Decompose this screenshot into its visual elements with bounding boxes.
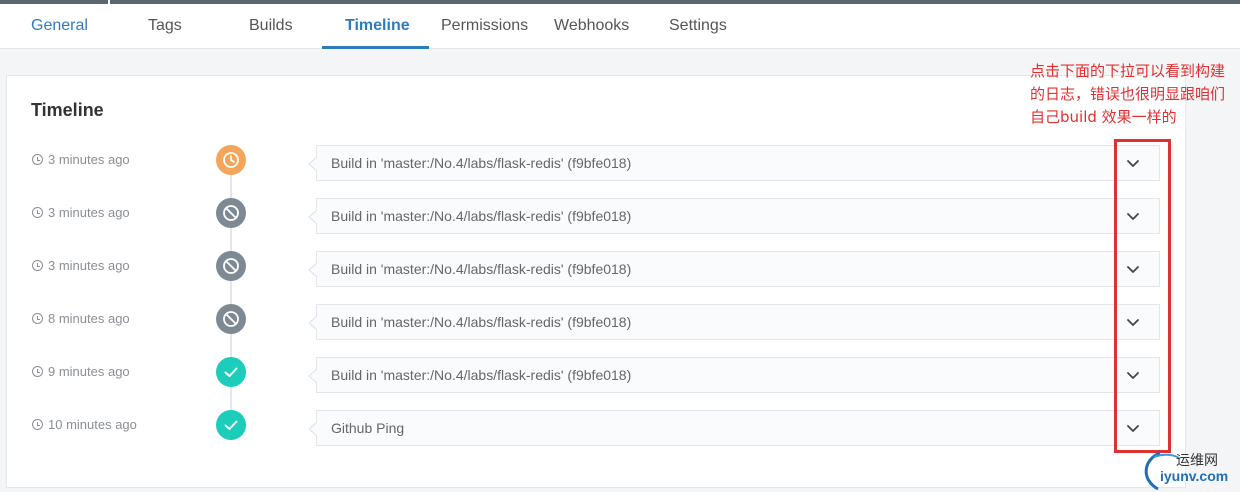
annotation-text: 点击下面的下拉可以看到构建的日志，错误也很明显跟咱们自己build 效果一样的: [1030, 62, 1226, 126]
status-check-icon: [216, 410, 246, 440]
tab-webhooks[interactable]: Webhooks: [554, 4, 629, 49]
time-clock-icon: [32, 419, 43, 430]
tab-builds[interactable]: Builds: [249, 4, 293, 49]
timeline-entry[interactable]: Build in 'master:/No.4/labs/flask-redis'…: [308, 304, 1160, 340]
annotation-highlight-box: [1114, 139, 1171, 453]
time-clock-icon: [32, 207, 43, 218]
tab-tags[interactable]: Tags: [148, 4, 182, 49]
timeline-time-label: 8 minutes ago: [48, 311, 130, 326]
timeline-entry-label: Build in 'master:/No.4/labs/flask-redis'…: [331, 155, 632, 171]
tab-timeline[interactable]: Timeline: [345, 4, 410, 49]
timeline-entry-label: Build in 'master:/No.4/labs/flask-redis'…: [331, 261, 632, 277]
timeline-time: 3 minutes ago: [32, 152, 130, 167]
time-clock-icon: [32, 260, 43, 271]
status-clock-icon: [216, 145, 246, 175]
timeline-entry[interactable]: Build in 'master:/No.4/labs/flask-redis'…: [308, 198, 1160, 234]
timeline-time: 10 minutes ago: [32, 417, 137, 432]
timeline-time-label: 3 minutes ago: [48, 152, 130, 167]
status-check-icon: [216, 357, 246, 387]
timeline-entry[interactable]: Github Ping: [308, 410, 1160, 446]
watermark-text-cn: 运维网: [1176, 453, 1218, 469]
timeline-entry[interactable]: Build in 'master:/No.4/labs/flask-redis'…: [308, 357, 1160, 393]
tab-general[interactable]: General: [31, 4, 88, 49]
timeline-time-label: 10 minutes ago: [48, 417, 137, 432]
time-clock-icon: [32, 154, 43, 165]
timeline-entry-label: Build in 'master:/No.4/labs/flask-redis'…: [331, 367, 632, 383]
timeline-time: 3 minutes ago: [32, 258, 130, 273]
timeline-time-label: 3 minutes ago: [48, 205, 130, 220]
timeline-time: 9 minutes ago: [32, 364, 130, 379]
tab-permissions[interactable]: Permissions: [441, 4, 528, 49]
timeline-time-label: 9 minutes ago: [48, 364, 130, 379]
status-ban-icon: [216, 304, 246, 334]
timeline-time: 3 minutes ago: [32, 205, 130, 220]
tab-bar: General Tags Builds Timeline Permissions…: [0, 4, 1240, 49]
watermark-text-domain: iyunv.com: [1160, 468, 1229, 484]
timeline-entry[interactable]: Build in 'master:/No.4/labs/flask-redis'…: [308, 145, 1160, 181]
timeline-entry-label: Github Ping: [331, 420, 405, 436]
panel-title: Timeline: [31, 100, 104, 120]
status-ban-icon: [216, 198, 246, 228]
timeline-entry[interactable]: Build in 'master:/No.4/labs/flask-redis'…: [308, 251, 1160, 287]
tab-settings[interactable]: Settings: [669, 4, 727, 49]
status-ban-icon: [216, 251, 246, 281]
timeline-time-label: 3 minutes ago: [48, 258, 130, 273]
active-tab-indicator: [322, 46, 429, 49]
timeline-entry-label: Build in 'master:/No.4/labs/flask-redis'…: [331, 314, 632, 330]
timeline-entry-label: Build in 'master:/No.4/labs/flask-redis'…: [331, 208, 632, 224]
timeline-time: 8 minutes ago: [32, 311, 130, 326]
time-clock-icon: [32, 313, 43, 324]
time-clock-icon: [32, 366, 43, 377]
